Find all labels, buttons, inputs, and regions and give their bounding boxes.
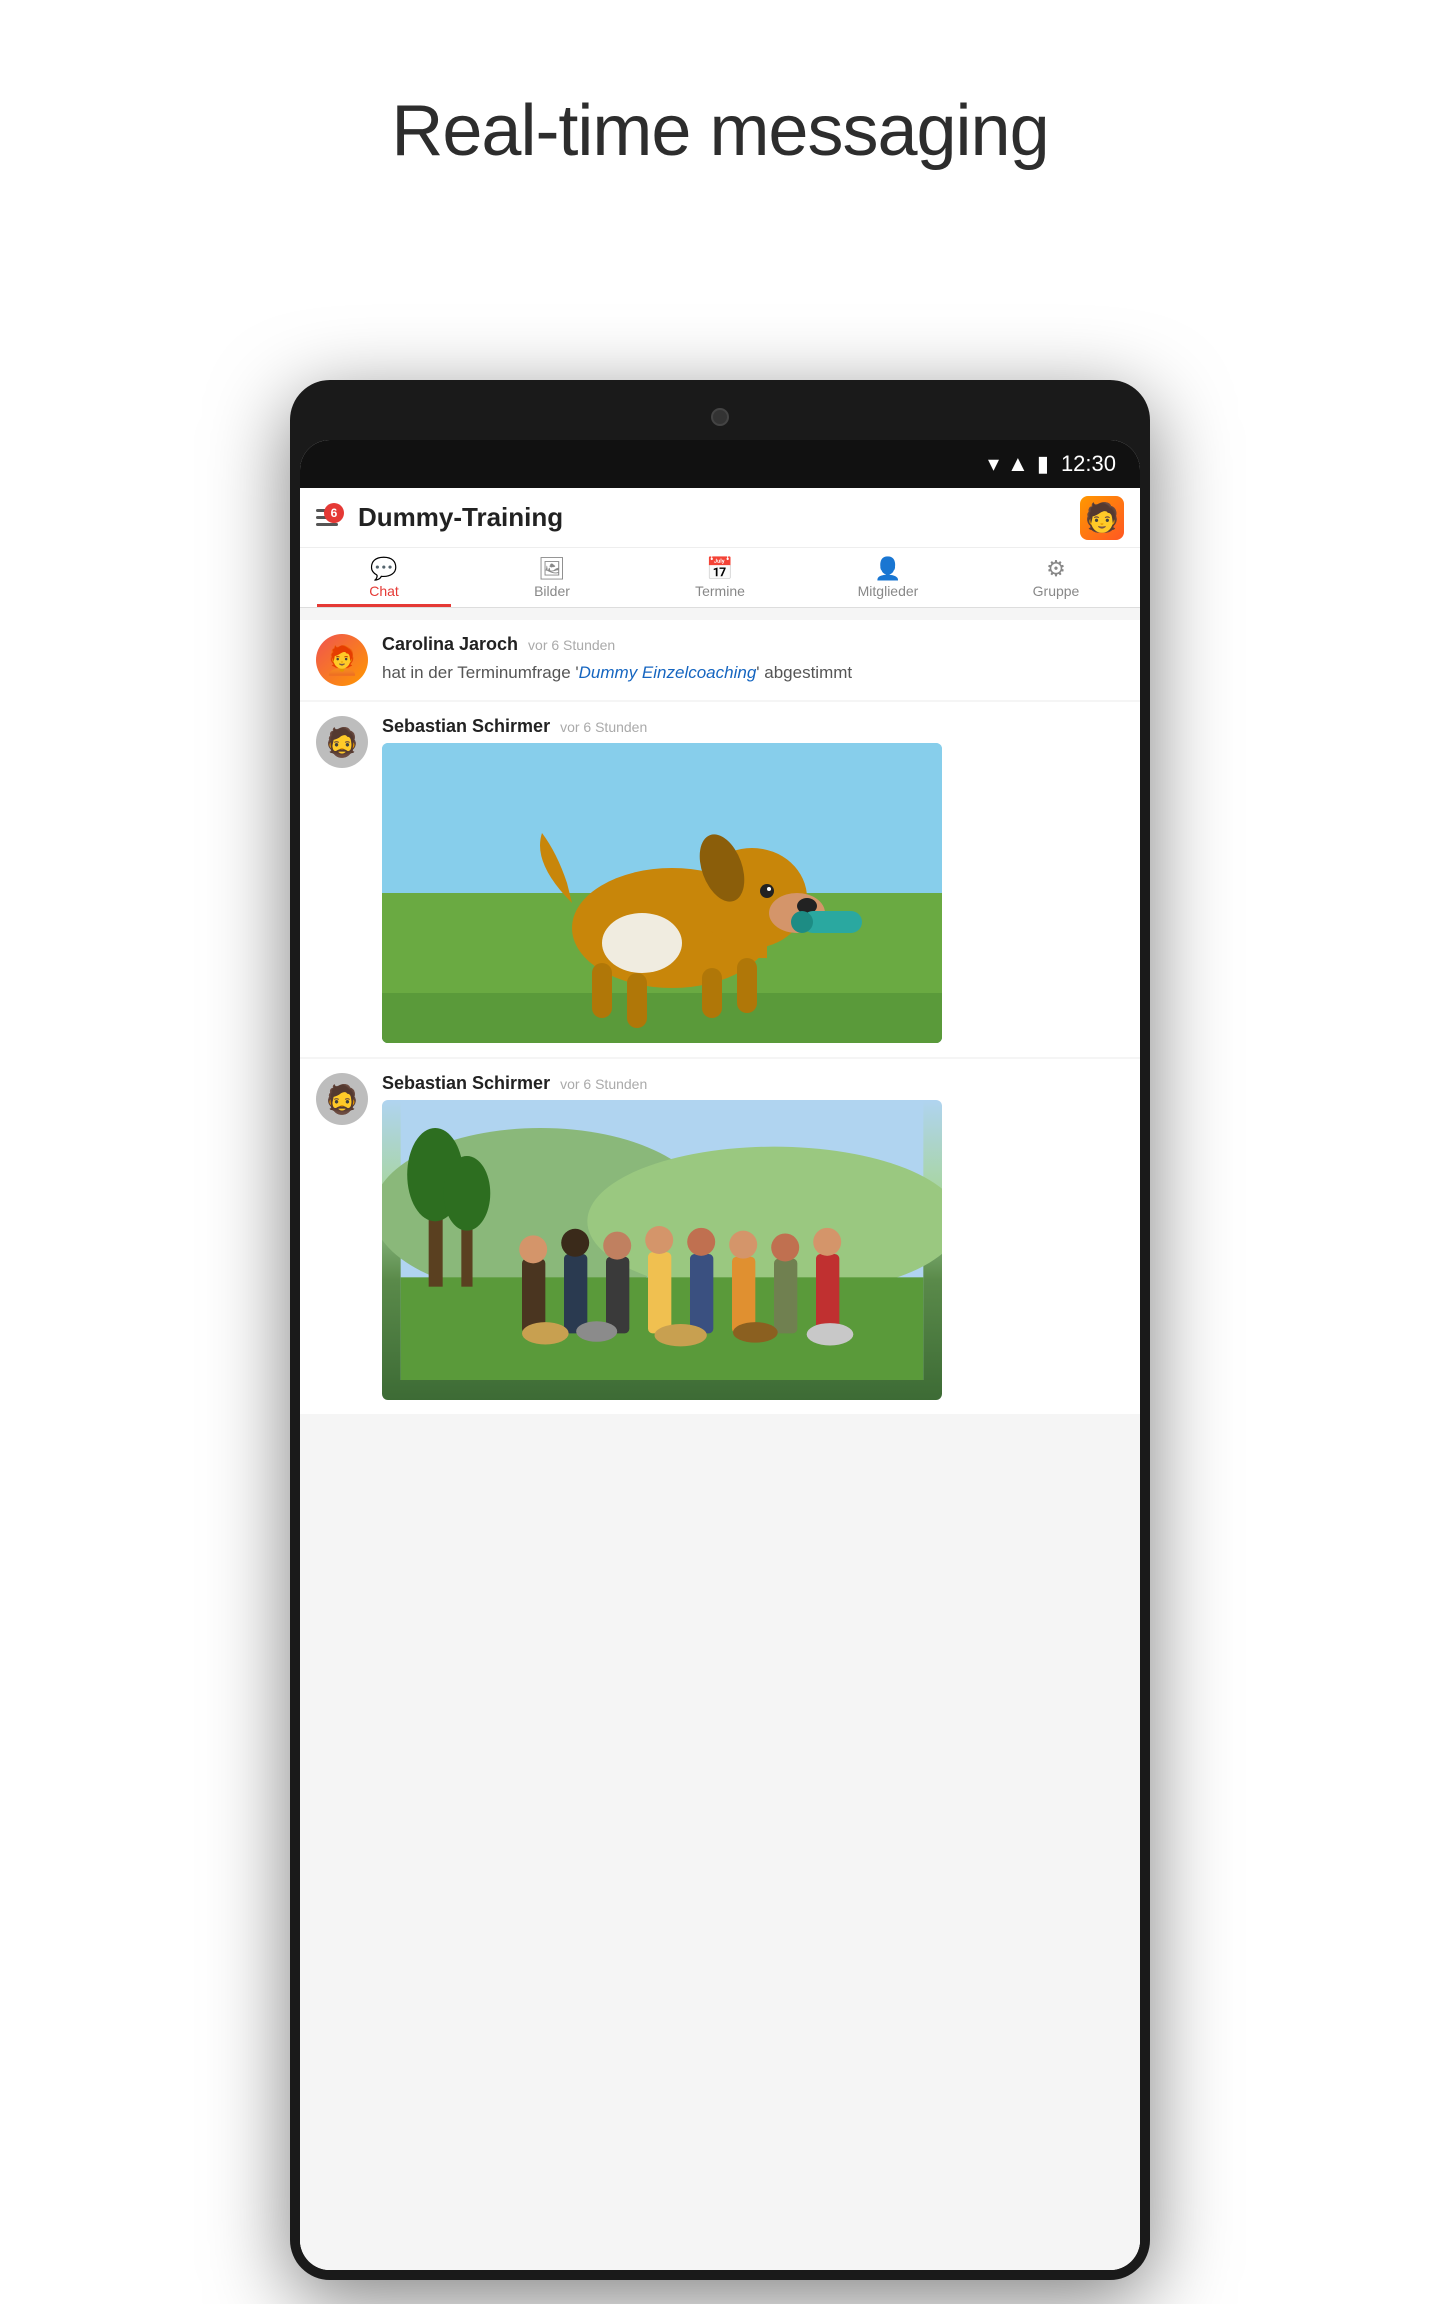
tab-navigation: 💬 Chat 🖼 Bilder 📅 Termine 👤 Mitglieder — [300, 548, 1140, 608]
group-avatar[interactable]: 🧑 — [1080, 496, 1124, 540]
mitglieder-tab-label: Mitglieder — [858, 583, 919, 599]
status-bar: ▾ ▲ ▮ 12:30 — [300, 440, 1140, 488]
wifi-icon: ▾ — [988, 451, 999, 477]
message-image[interactable] — [382, 743, 942, 1043]
text-suffix: ' abgestimmt — [756, 663, 852, 682]
app-screen: 6 Dummy-Training 🧑 💬 Chat 🖼 Bilde — [300, 488, 1140, 2270]
sender-name: Sebastian Schirmer — [382, 1073, 550, 1094]
group-name: Dummy-Training — [358, 502, 1080, 533]
menu-bar-3 — [316, 523, 338, 526]
message-header: Sebastian Schirmer vor 6 Stunden — [382, 716, 1124, 737]
tab-bilder[interactable]: 🖼 Bilder — [468, 548, 636, 607]
termine-tab-icon: 📅 — [706, 558, 733, 580]
status-icons: ▾ ▲ ▮ — [988, 451, 1049, 477]
tab-termine[interactable]: 📅 Termine — [636, 548, 804, 607]
message-time: vor 6 Stunden — [560, 719, 647, 735]
tablet-screen: ▾ ▲ ▮ 12:30 6 Dummy-Training — [300, 440, 1140, 2270]
gruppe-tab-label: Gruppe — [1033, 583, 1080, 599]
avatar-emoji: 🧑 — [1085, 504, 1120, 532]
gruppe-tab-icon: ⚙ — [1046, 558, 1066, 580]
message-time: vor 6 Stunden — [528, 637, 615, 653]
signal-icon: ▲ — [1007, 451, 1029, 477]
battery-icon: ▮ — [1037, 451, 1049, 477]
bilder-tab-icon: 🖼 — [538, 558, 566, 580]
group-photo — [382, 1100, 942, 1400]
message-content: Sebastian Schirmer vor 6 Stunden — [382, 716, 1124, 1043]
message-time: vor 6 Stunden — [560, 1076, 647, 1092]
avatar: 🧔 — [316, 716, 368, 768]
chat-tab-label: Chat — [369, 583, 399, 599]
menu-button[interactable]: 6 — [316, 509, 338, 526]
mitglieder-tab-icon: 👤 — [874, 558, 901, 580]
notification-badge: 6 — [324, 503, 344, 523]
avatar-emoji: 🧑‍🦰 — [325, 644, 360, 677]
message-header: Sebastian Schirmer vor 6 Stunden — [382, 1073, 1124, 1094]
message-content: Sebastian Schirmer vor 6 Stunden — [382, 1073, 1124, 1400]
list-item: 🧔 Sebastian Schirmer vor 6 Stunden — [300, 702, 1140, 1057]
dog-svg — [382, 743, 942, 1043]
avatar-emoji: 🧔 — [325, 1083, 360, 1116]
message-image[interactable] — [382, 1100, 942, 1400]
avatar: 🧔 — [316, 1073, 368, 1125]
group-svg — [382, 1100, 942, 1380]
tablet-device: ▾ ▲ ▮ 12:30 6 Dummy-Training — [290, 380, 1150, 2280]
dog-photo — [382, 743, 942, 1043]
chat-area: 🧑‍🦰 Carolina Jaroch vor 6 Stunden hat in… — [300, 608, 1140, 2270]
sender-name: Sebastian Schirmer — [382, 716, 550, 737]
message-content: Carolina Jaroch vor 6 Stunden hat in der… — [382, 634, 1124, 685]
tab-mitglieder[interactable]: 👤 Mitglieder — [804, 548, 972, 607]
bilder-tab-label: Bilder — [534, 583, 570, 599]
tab-gruppe[interactable]: ⚙ Gruppe — [972, 548, 1140, 607]
front-camera — [711, 408, 729, 426]
sender-name: Carolina Jaroch — [382, 634, 518, 655]
text-highlight: Dummy Einzelcoaching — [579, 663, 757, 682]
message-header: Carolina Jaroch vor 6 Stunden — [382, 634, 1124, 655]
list-item: 🧑‍🦰 Carolina Jaroch vor 6 Stunden hat in… — [300, 620, 1140, 700]
avatar: 🧑‍🦰 — [316, 634, 368, 686]
tablet-frame: ▾ ▲ ▮ 12:30 6 Dummy-Training — [290, 380, 1150, 2280]
termine-tab-label: Termine — [695, 583, 745, 599]
message-text: hat in der Terminumfrage 'Dummy Einzelco… — [382, 661, 1124, 685]
chat-tab-icon: 💬 — [370, 558, 397, 580]
page-title: Real-time messaging — [0, 0, 1440, 172]
avatar-emoji: 🧔 — [325, 726, 360, 759]
text-prefix: hat in der Terminumfrage ' — [382, 663, 579, 682]
tab-chat[interactable]: 💬 Chat — [300, 548, 468, 607]
clock: 12:30 — [1061, 451, 1116, 477]
app-header: 6 Dummy-Training 🧑 — [300, 488, 1140, 548]
list-item: 🧔 Sebastian Schirmer vor 6 Stunden — [300, 1059, 1140, 1414]
